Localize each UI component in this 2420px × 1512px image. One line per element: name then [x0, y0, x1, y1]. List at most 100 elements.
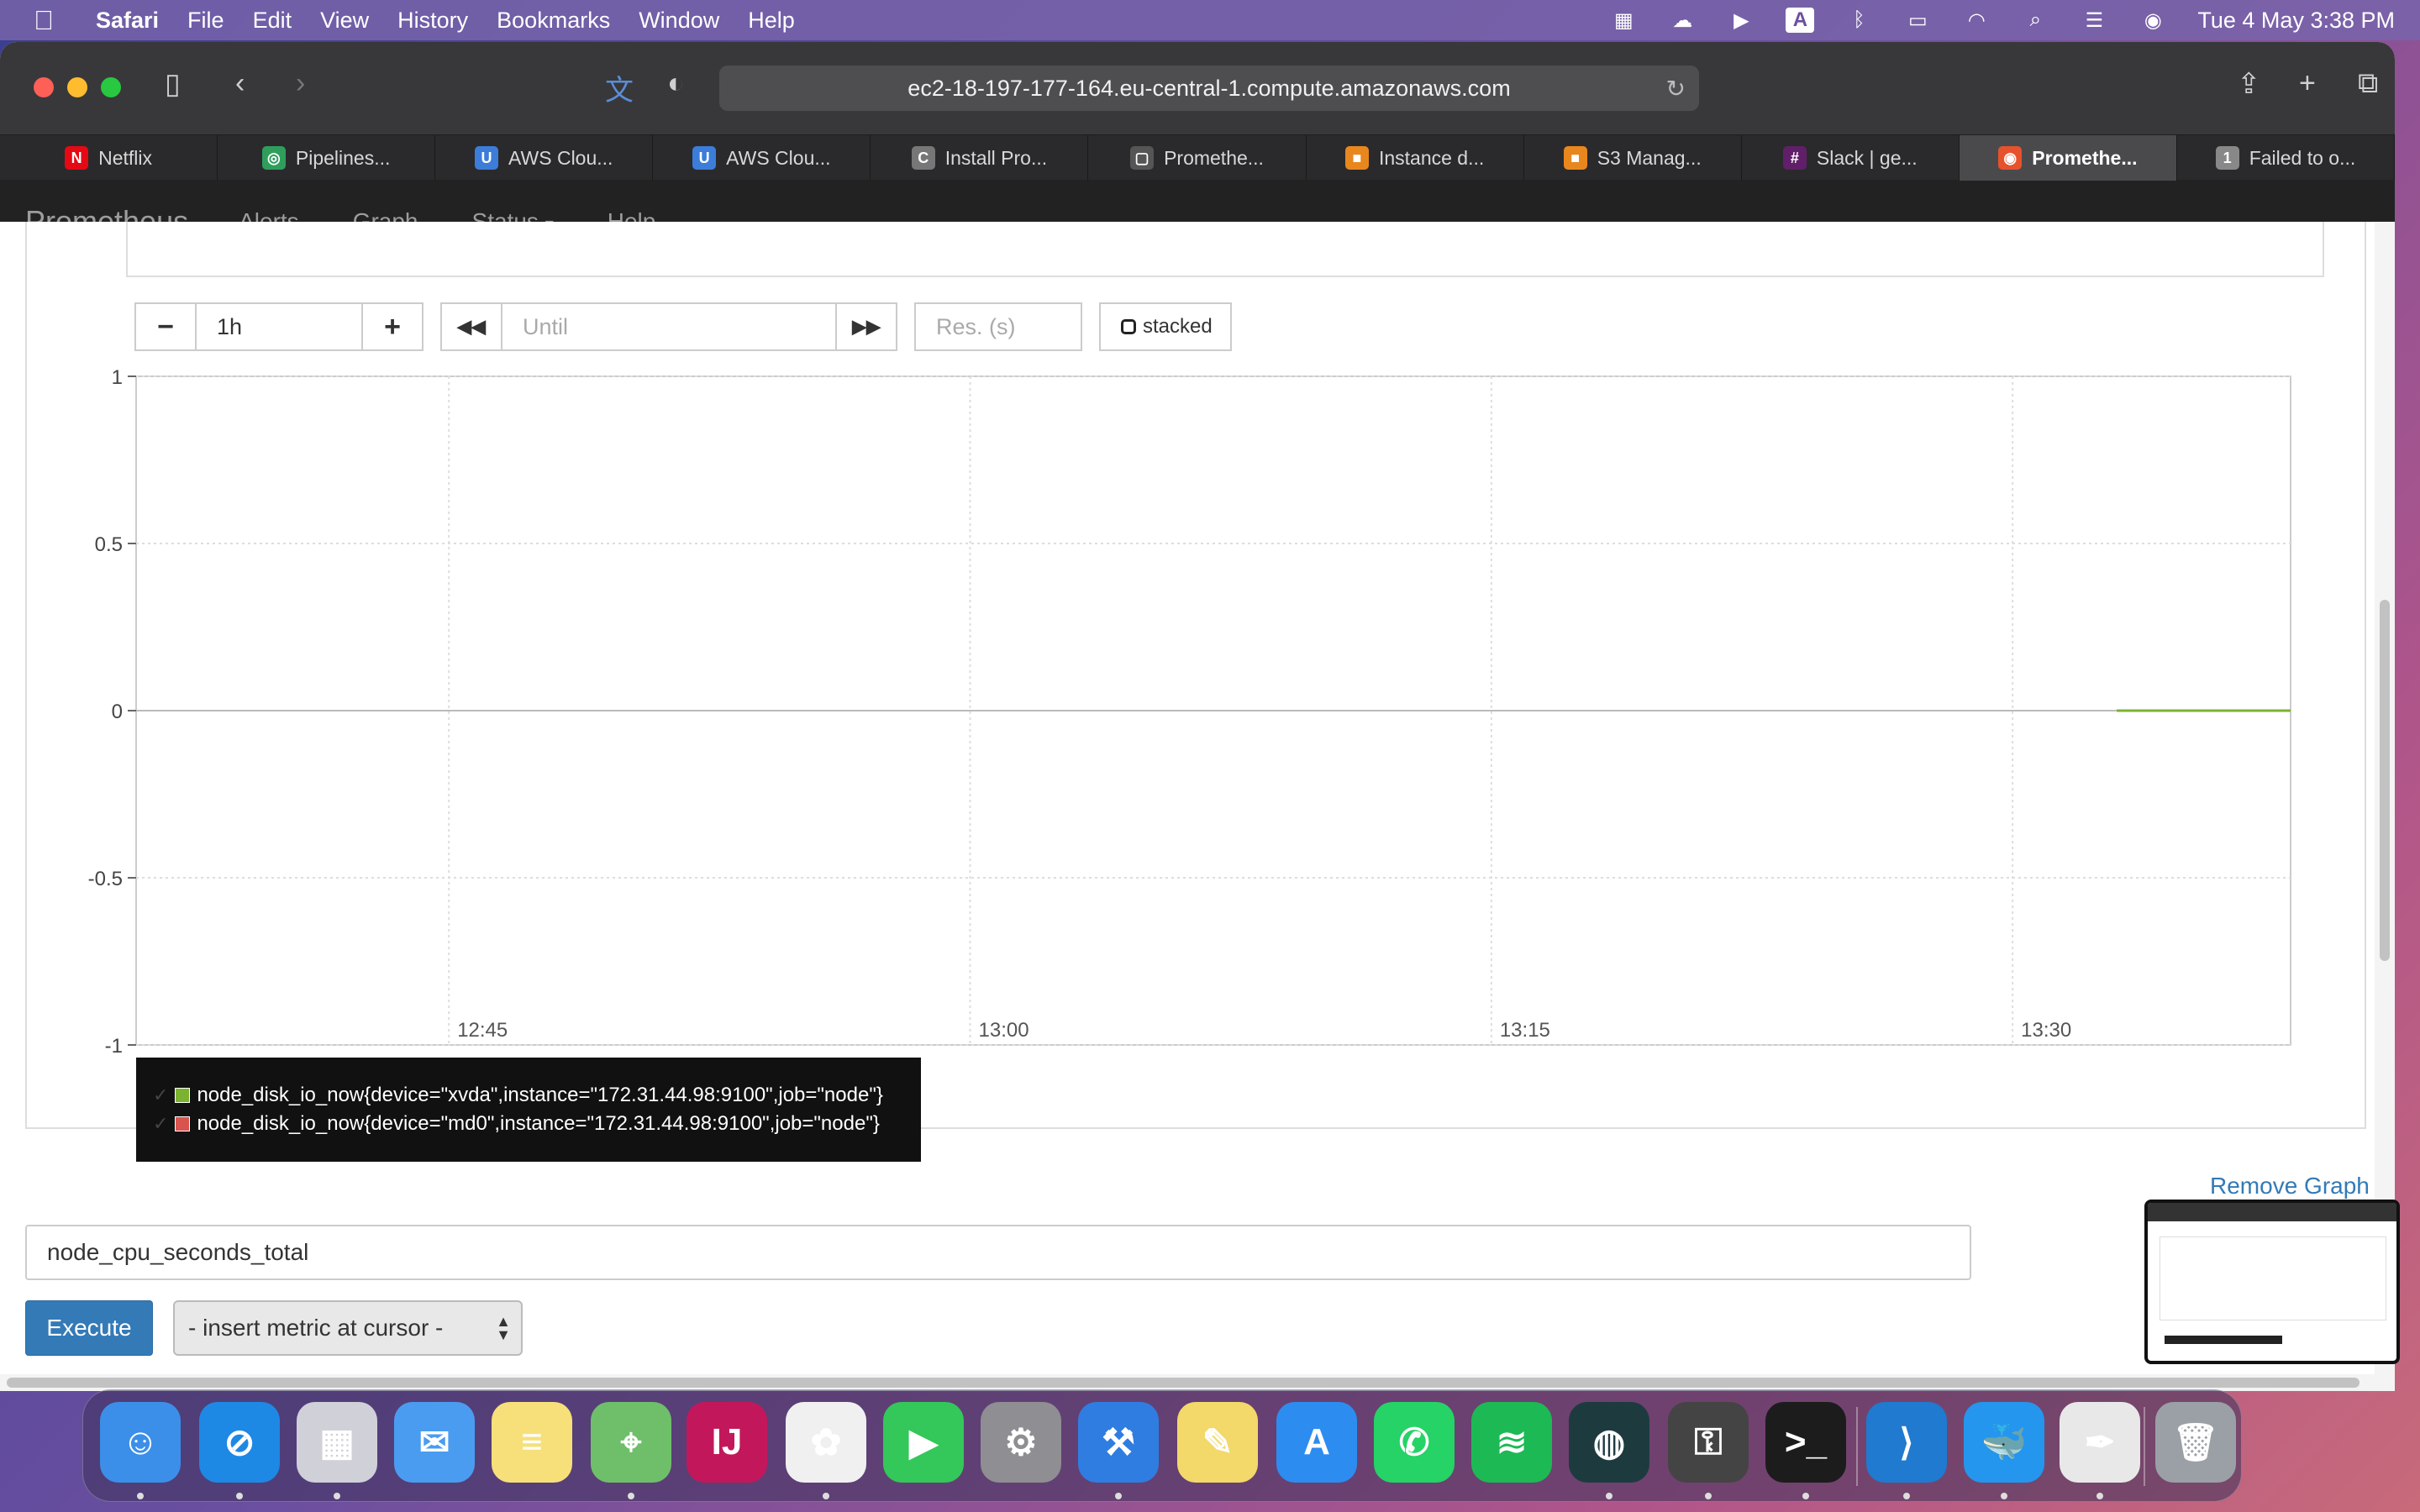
browser-tab[interactable]: ◎ Pipelines...: [218, 135, 436, 181]
menu-bookmarks[interactable]: Bookmarks: [497, 8, 610, 34]
share-icon[interactable]: ⇪: [2237, 67, 2261, 101]
cloud-icon[interactable]: ☁: [1668, 8, 1697, 33]
gitkraken-icon[interactable]: ◍: [1569, 1402, 1649, 1483]
close-window-button[interactable]: [34, 77, 54, 97]
browser-tab[interactable]: ◉ Promethe...: [1959, 135, 2177, 181]
xcode-icon[interactable]: ⚒: [1078, 1402, 1159, 1483]
execute-button[interactable]: Execute: [25, 1300, 153, 1356]
facetime-icon[interactable]: ▶: [883, 1402, 964, 1483]
browser-toolbar: ▯ ‹ › 文 ◐ ec2-18-197-177-164.eu-central-…: [0, 42, 2395, 134]
maps-icon[interactable]: ⌖: [591, 1402, 671, 1483]
photos-icon[interactable]: ✿: [786, 1402, 866, 1483]
running-indicator: [236, 1493, 243, 1499]
browser-tab[interactable]: N Netflix: [0, 135, 218, 181]
tab-label: Instance d...: [1378, 146, 1485, 169]
menu-file[interactable]: File: [187, 8, 224, 34]
spotlight-search-icon[interactable]: ⌕: [2021, 8, 2049, 33]
running-indicator: [1606, 1493, 1612, 1499]
horizontal-scrollbar[interactable]: [0, 1374, 2395, 1391]
browser-tab[interactable]: 1 Failed to o...: [2177, 135, 2395, 181]
horizontal-scroll-thumb[interactable]: [7, 1378, 2360, 1388]
menu-help[interactable]: Help: [748, 8, 795, 34]
keychain-icon[interactable]: ⚿: [1668, 1402, 1749, 1483]
zoom-window-button[interactable]: [101, 77, 121, 97]
address-bar[interactable]: ec2-18-197-177-164.eu-central-1.compute.…: [719, 66, 1699, 111]
thumbnail-toolbar: [2148, 1203, 2396, 1221]
browser-tab[interactable]: U AWS Clou...: [653, 135, 871, 181]
vertical-scroll-thumb[interactable]: [2380, 600, 2390, 961]
aws-box-icon: ■: [1344, 146, 1369, 170]
mail-icon[interactable]: ✉: [394, 1402, 475, 1483]
remove-graph-link[interactable]: Remove Graph: [2210, 1173, 2370, 1200]
whatsapp-icon[interactable]: ✆: [1374, 1402, 1455, 1483]
privacy-shield-icon[interactable]: ◐: [667, 67, 685, 100]
play-icon[interactable]: ▶: [1727, 8, 1755, 33]
trash-icon[interactable]: 🗑: [2155, 1402, 2236, 1483]
textedit-icon[interactable]: ✒: [2060, 1402, 2140, 1483]
back-icon[interactable]: ‹: [235, 67, 245, 100]
forward-icon[interactable]: ›: [296, 67, 305, 100]
battery-icon[interactable]: ▭: [1903, 8, 1932, 33]
browser-tab[interactable]: C Install Pro...: [871, 135, 1089, 181]
menu-edit[interactable]: Edit: [253, 8, 292, 34]
menu-clock[interactable]: Tue 4 May 3:38 PM: [2197, 8, 2395, 34]
bluetooth-icon[interactable]: ᛒ: [1844, 8, 1873, 33]
sidebar-toggle-icon[interactable]: ▯: [165, 67, 181, 101]
reload-icon[interactable]: ↻: [1666, 75, 1686, 102]
launchpad-icon[interactable]: ▦: [297, 1402, 377, 1483]
graph-legend: ✓ node_disk_io_now{device="xvda",instanc…: [136, 1058, 921, 1162]
translate-icon[interactable]: 文: [605, 67, 634, 108]
finder-icon[interactable]: ☺: [100, 1402, 181, 1483]
thumbnail-graph: [2160, 1236, 2386, 1320]
y-tick-label: -0.5: [88, 868, 123, 890]
x-tick-label: 12:45: [457, 1019, 508, 1042]
insert-metric-select[interactable]: - insert metric at cursor - ▲ ▼: [173, 1300, 523, 1356]
tab-label: AWS Clou...: [726, 146, 831, 169]
menu-history[interactable]: History: [397, 8, 468, 34]
siri-icon[interactable]: ◉: [2139, 8, 2167, 33]
one-icon: 1: [2215, 146, 2239, 170]
browser-tab[interactable]: # Slack | ge...: [1742, 135, 1960, 181]
spotify-icon[interactable]: ≋: [1471, 1402, 1552, 1483]
browser-tab[interactable]: U AWS Clou...: [435, 135, 654, 181]
y-tick-label: -1: [105, 1035, 123, 1058]
tab-label: Slack | ge...: [1816, 146, 1918, 169]
expression-input[interactable]: node_cpu_seconds_total: [25, 1225, 1971, 1280]
check-icon: ✓: [153, 1113, 169, 1134]
tab-label: Promethe...: [1164, 146, 1264, 169]
browser-tab[interactable]: ■ S3 Manag...: [1524, 135, 1742, 181]
tab-label: Netflix: [98, 146, 152, 169]
app-store-icon[interactable]: A: [1276, 1402, 1357, 1483]
running-indicator: [1903, 1493, 1910, 1499]
intellij-icon[interactable]: IJ: [687, 1402, 767, 1483]
safari-icon[interactable]: ⊘: [199, 1402, 280, 1483]
notes-icon[interactable]: ≡: [492, 1402, 572, 1483]
wifi-icon[interactable]: ◠: [1962, 8, 1991, 33]
apple-icon[interactable]: : [34, 5, 67, 36]
keyboard-a-icon[interactable]: A: [1786, 8, 1815, 33]
select-arrows-icon: ▲ ▼: [496, 1313, 511, 1343]
vscode-icon[interactable]: ⟩: [1866, 1402, 1947, 1483]
system-preferences-icon[interactable]: ⚙: [981, 1402, 1061, 1483]
c-icon: C: [911, 146, 935, 170]
tab-label: Install Pro...: [944, 146, 1048, 169]
browser-tab[interactable]: ■ Instance d...: [1307, 135, 1524, 181]
menu-app-name[interactable]: Safari: [96, 8, 159, 34]
new-tab-icon[interactable]: +: [2299, 67, 2316, 100]
stickies-icon[interactable]: ✎: [1177, 1402, 1258, 1483]
terminal-icon[interactable]: >_: [1765, 1402, 1846, 1483]
control-center-icon[interactable]: ☰: [2080, 8, 2108, 33]
menu-view[interactable]: View: [320, 8, 369, 34]
legend-item[interactable]: ✓ node_disk_io_now{device="xvda",instanc…: [153, 1081, 921, 1110]
legend-item[interactable]: ✓ node_disk_io_now{device="md0",instance…: [153, 1110, 921, 1138]
tab-overview-icon[interactable]: ⧉: [2358, 67, 2378, 100]
screenshot-thumbnail[interactable]: [2144, 1200, 2400, 1364]
status-area: ▦ ☁ ▶ A ᛒ ▭ ◠ ⌕ ☰ ◉ Tue 4 May 3:38 PM: [1579, 0, 2395, 40]
docker-icon[interactable]: ▦: [1609, 8, 1638, 33]
aws-cloud-icon: U: [475, 146, 499, 170]
minimize-window-button[interactable]: [67, 77, 87, 97]
menu-window[interactable]: Window: [639, 8, 719, 34]
docker-icon[interactable]: 🐳: [1964, 1402, 2044, 1483]
browser-tab[interactable]: ▢ Promethe...: [1088, 135, 1307, 181]
x-tick-label: 13:30: [2021, 1019, 2071, 1042]
